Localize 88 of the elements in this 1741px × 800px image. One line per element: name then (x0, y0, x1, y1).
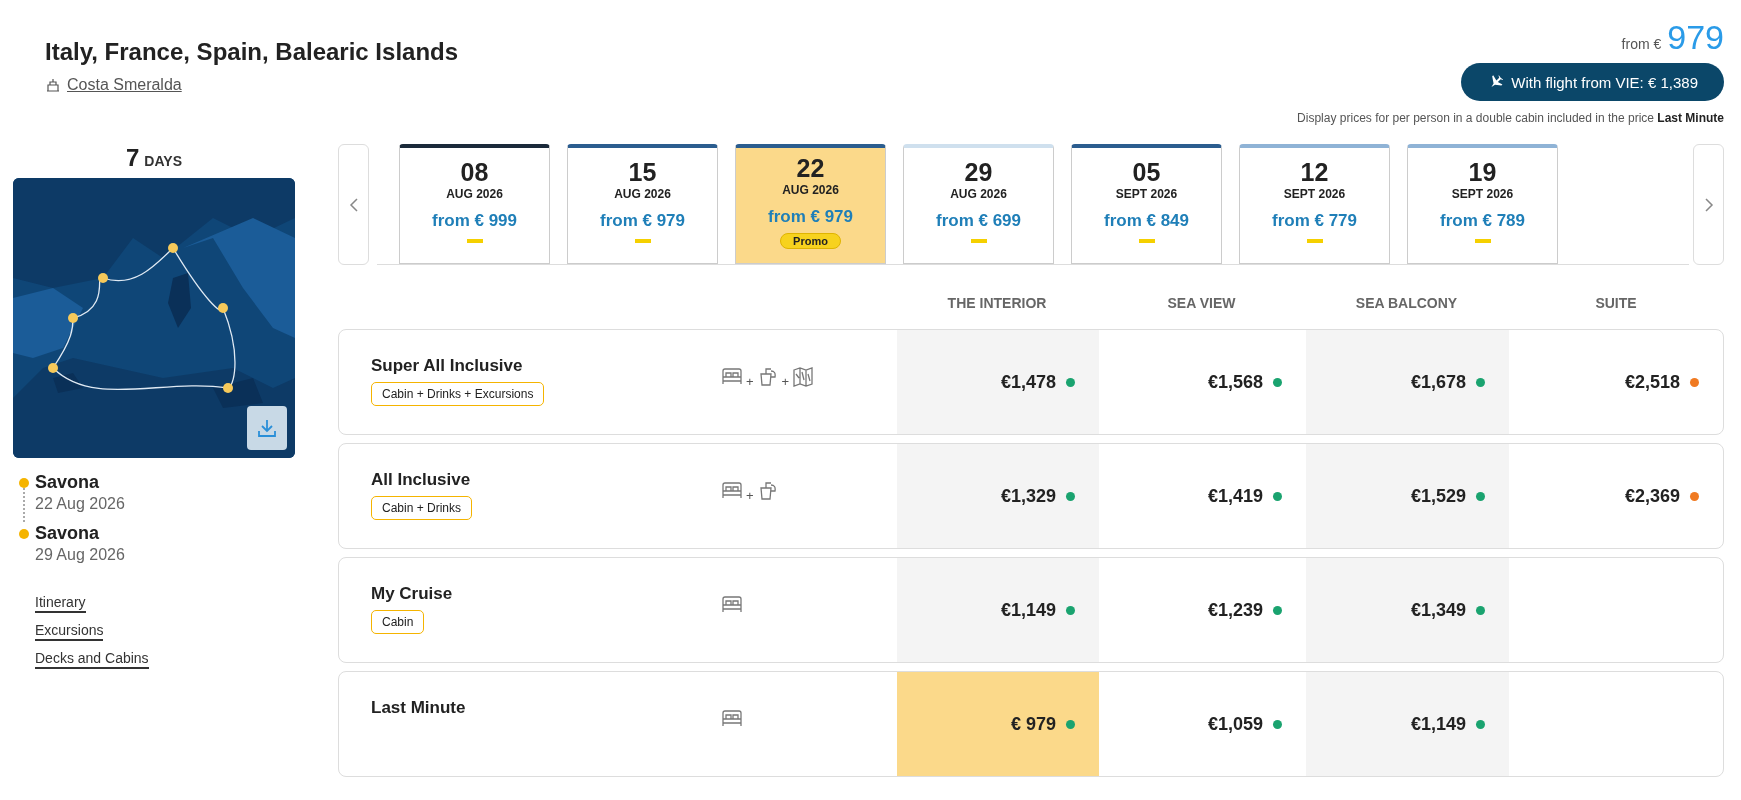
plus-sign: + (746, 374, 754, 389)
date-day: 22 (796, 156, 825, 181)
download-button[interactable] (247, 406, 287, 450)
date-price: from € 999 (431, 211, 517, 231)
price-cell[interactable]: €2,369 (1509, 444, 1723, 548)
cruise-title: Italy, France, Spain, Balearic Islands (45, 38, 459, 66)
column-header: SEA BALCONY (1355, 295, 1458, 311)
from-label: from € (1621, 36, 1662, 52)
sidebar-link[interactable]: Excursions (35, 622, 104, 641)
fare-name: My Cruise (371, 584, 454, 604)
date-card[interactable]: 12 SEPT 2026 from € 779 (1239, 144, 1390, 264)
duration-number: 7 (126, 144, 140, 172)
price-dash-icon (634, 239, 651, 243)
promo-badge: Promo (780, 233, 841, 249)
map-icon (792, 366, 815, 388)
download-icon (256, 417, 278, 439)
fare-name: All Inclusive (371, 470, 472, 490)
port-name: Savona (35, 523, 101, 544)
fare-name: Super All Inclusive (371, 356, 524, 376)
port-name: Savona (35, 472, 101, 493)
date-price: from € 699 (935, 211, 1021, 231)
fare-name: Last Minute (371, 698, 467, 718)
price-cell[interactable]: €1,349 (1306, 558, 1509, 662)
sidebar-link[interactable]: Decks and Cabins (35, 650, 149, 669)
date-month: SEPT 2026 (1115, 187, 1178, 201)
fare-tag: Cabin + Drinks + Excursions (371, 382, 545, 406)
price-cell[interactable]: €2,518 (1509, 330, 1723, 434)
price-dash-icon (970, 239, 987, 243)
date-card[interactable]: 08 AUG 2026 from € 999 (399, 144, 550, 264)
date-day: 05 (1132, 160, 1161, 185)
price-cell[interactable]: €1,239 (1099, 558, 1306, 662)
price-cell[interactable]: €1,678 (1306, 330, 1509, 434)
port-date: 22 Aug 2026 (35, 495, 125, 513)
flight-button[interactable]: With flight from VIE: € 1,389 (1461, 63, 1724, 101)
price-note: Display prices for per person in a double cabin included in the price Last Minute (1297, 111, 1724, 125)
ship-link[interactable]: Costa Smeralda (45, 76, 182, 94)
port-dot-icon (19, 529, 29, 539)
price-cell[interactable]: €1,568 (1099, 330, 1306, 434)
price-dash-icon (1306, 239, 1323, 243)
port-dot-icon (19, 478, 29, 488)
date-card[interactable]: 22 AUG 2026 from € 979 Promo (735, 144, 886, 264)
price-dash-icon (1474, 239, 1491, 243)
column-header: THE INTERIOR (947, 295, 1047, 311)
date-price: from € 779 (1271, 211, 1357, 231)
sidebar-link[interactable]: Itinerary (35, 594, 86, 613)
price-cell[interactable]: €1,478 (897, 330, 1099, 434)
price-cell[interactable]: €1,149 (1306, 672, 1509, 776)
fare-tag: Cabin (371, 610, 425, 634)
price-dash-icon (466, 239, 483, 243)
column-header: SUITE (1595, 295, 1637, 311)
price-cell[interactable]: €1,329 (897, 444, 1099, 548)
date-month: AUG 2026 (950, 187, 1007, 201)
date-day: 08 (460, 160, 489, 185)
from-price: 979 (1667, 18, 1724, 57)
ship-icon (45, 77, 61, 93)
date-price: from € 979 (767, 207, 853, 227)
port-date: 29 Aug 2026 (35, 546, 125, 564)
date-price: from € 849 (1103, 211, 1189, 231)
date-price: from € 789 (1439, 211, 1525, 231)
price-cell[interactable]: € 979 (897, 672, 1099, 776)
date-day: 15 (628, 160, 657, 185)
date-card[interactable]: 29 AUG 2026 from € 699 (903, 144, 1054, 264)
duration-unit: DAYS (144, 153, 182, 169)
date-card[interactable]: 15 AUG 2026 from € 979 (567, 144, 718, 264)
date-month: AUG 2026 (446, 187, 503, 201)
date-card[interactable]: 05 SEPT 2026 from € 849 (1071, 144, 1222, 264)
column-header: SEA VIEW (1167, 295, 1236, 311)
chevron-left-icon (348, 196, 359, 213)
next-button[interactable] (1693, 144, 1724, 265)
date-day: 12 (1300, 160, 1329, 185)
price-cell[interactable]: €1,419 (1099, 444, 1306, 548)
date-card[interactable]: 19 SEPT 2026 from € 789 (1407, 144, 1558, 264)
price-cell[interactable]: €1,149 (897, 558, 1099, 662)
price-dash-icon (1138, 239, 1155, 243)
previous-button[interactable] (338, 144, 369, 265)
chevron-right-icon (1703, 196, 1714, 213)
date-month: AUG 2026 (614, 187, 671, 201)
fare-tag: Cabin + Drinks (371, 496, 473, 520)
price-cell[interactable]: €1,059 (1099, 672, 1306, 776)
date-price: from € 979 (599, 211, 685, 231)
date-month: SEPT 2026 (1451, 187, 1514, 201)
date-month: AUG 2026 (782, 183, 839, 197)
date-month: SEPT 2026 (1283, 187, 1346, 201)
date-day: 29 (964, 160, 993, 185)
date-day: 19 (1468, 160, 1497, 185)
price-cell[interactable]: €1,529 (1306, 444, 1509, 548)
plus-sign: + (781, 374, 790, 389)
plus-sign: + (746, 488, 754, 503)
